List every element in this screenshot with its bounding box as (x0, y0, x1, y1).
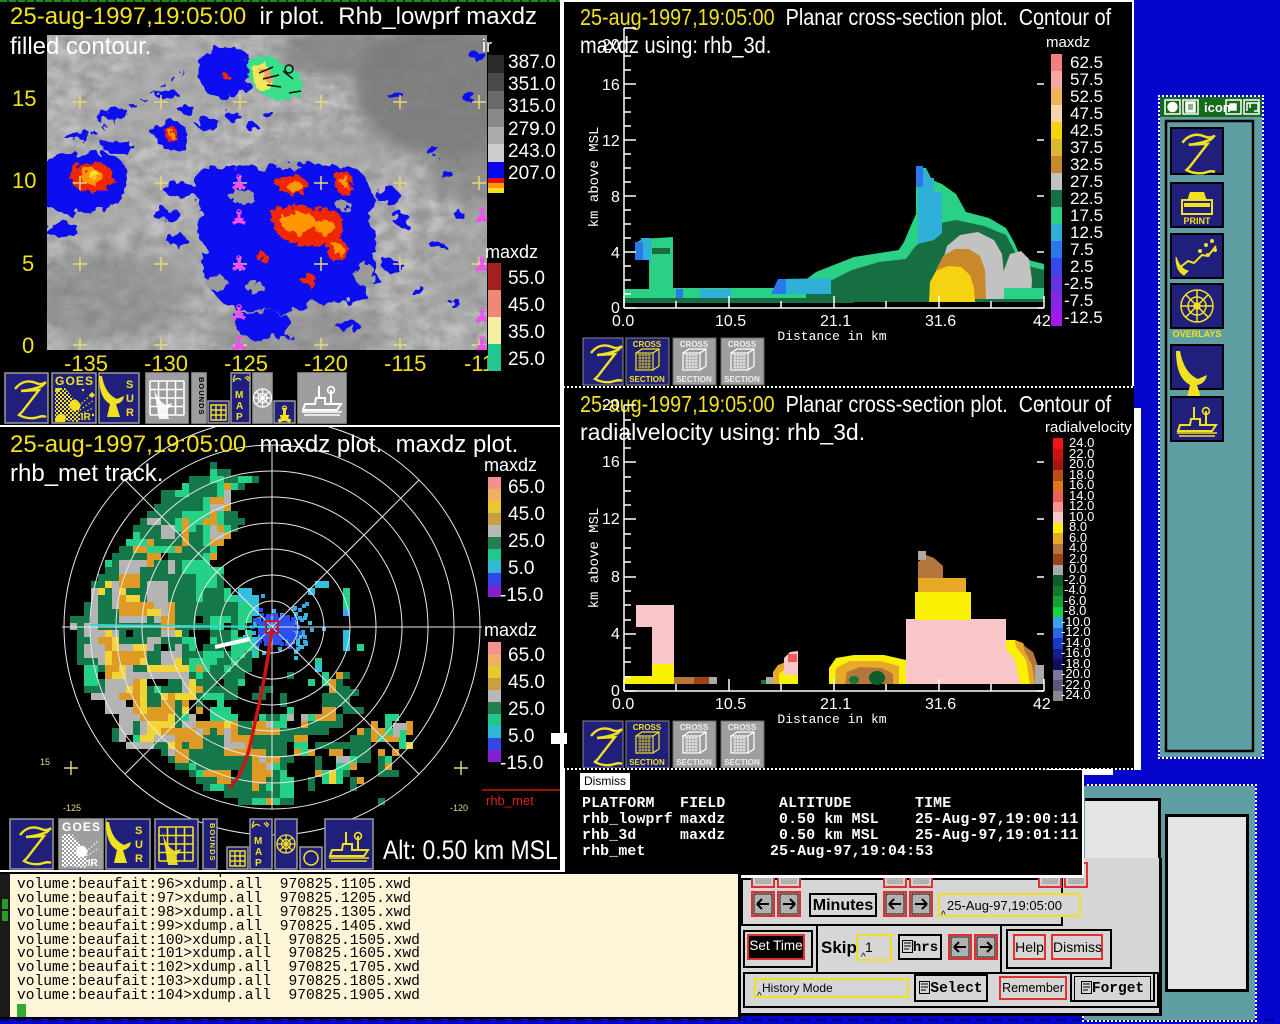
svg-text:S: S (135, 825, 142, 837)
svg-text:-24.0: -24.0 (1061, 687, 1091, 702)
svg-text:20: 20 (602, 397, 620, 414)
svg-text:0.0: 0.0 (612, 696, 634, 713)
svg-text:PRINT: PRINT (1184, 216, 1212, 226)
svg-text:CROSS: CROSS (680, 723, 709, 732)
svg-text:R: R (135, 853, 143, 865)
svg-text:BOUNDS: BOUNDS (197, 377, 206, 416)
svg-text:CROSS: CROSS (728, 723, 757, 732)
svg-text:.IR: .IR (78, 412, 92, 423)
svg-text:M: M (235, 390, 243, 401)
svg-text:A: A (255, 847, 262, 858)
svg-text:P: P (255, 858, 262, 869)
svg-text:SECTION: SECTION (629, 758, 665, 767)
svg-text:R: R (126, 407, 134, 419)
svg-text:31.6: 31.6 (925, 696, 956, 713)
svg-text:21.1: 21.1 (820, 696, 851, 713)
svg-text:8: 8 (611, 569, 620, 586)
svg-text:maxdz: maxdz (1046, 34, 1090, 51)
svg-text:.IR: .IR (85, 858, 99, 869)
svg-text:CROSS: CROSS (728, 340, 757, 349)
svg-text:GOES: GOES (55, 374, 93, 388)
svg-text:km above MSL: km above MSL (587, 127, 603, 228)
svg-text:M: M (254, 836, 262, 847)
svg-text:42: 42 (1033, 313, 1051, 330)
svg-text:SECTION: SECTION (724, 758, 760, 767)
svg-text:BOUNDS: BOUNDS (208, 823, 217, 862)
svg-text:S: S (126, 379, 133, 391)
svg-text:-12.5: -12.5 (1064, 308, 1103, 327)
svg-text:icon: icon (1204, 100, 1231, 115)
svg-text:radialvelocity: radialvelocity (1045, 419, 1132, 436)
svg-text:8: 8 (611, 189, 620, 206)
svg-text:12: 12 (602, 511, 620, 528)
svg-text:31.6: 31.6 (925, 313, 956, 330)
svg-text:U: U (135, 839, 143, 851)
svg-text:4: 4 (611, 626, 620, 643)
svg-text:-120: -120 (450, 803, 468, 813)
svg-text:OVERLAYS: OVERLAYS (1173, 329, 1222, 339)
svg-text:10.5: 10.5 (715, 696, 746, 713)
svg-text:CROSS: CROSS (633, 723, 662, 732)
svg-text:20: 20 (602, 37, 620, 54)
svg-text:km above MSL: km above MSL (587, 508, 603, 609)
svg-text:42: 42 (1033, 696, 1051, 713)
svg-text:SECTION: SECTION (676, 375, 712, 384)
svg-text:SECTION: SECTION (724, 375, 760, 384)
svg-text:Distance in km: Distance in km (777, 712, 886, 727)
svg-text:16: 16 (602, 454, 620, 471)
svg-text:16: 16 (602, 77, 620, 94)
svg-text:15: 15 (40, 757, 50, 767)
svg-text:GOES: GOES (62, 820, 100, 834)
svg-text:SECTION: SECTION (676, 758, 712, 767)
svg-text:Distance in km: Distance in km (777, 329, 886, 344)
svg-text:U: U (126, 393, 134, 405)
svg-text:-125: -125 (63, 803, 81, 813)
svg-text:12: 12 (602, 133, 620, 150)
svg-text:A: A (236, 401, 243, 412)
svg-text:SECTION: SECTION (629, 375, 665, 384)
svg-text:21.1: 21.1 (820, 313, 851, 330)
svg-text:CROSS: CROSS (633, 340, 662, 349)
svg-text:P: P (236, 412, 243, 423)
svg-text:4: 4 (611, 245, 620, 262)
svg-text:CROSS: CROSS (680, 340, 709, 349)
svg-text:10.5: 10.5 (715, 313, 746, 330)
svg-text:0.0: 0.0 (612, 313, 634, 330)
